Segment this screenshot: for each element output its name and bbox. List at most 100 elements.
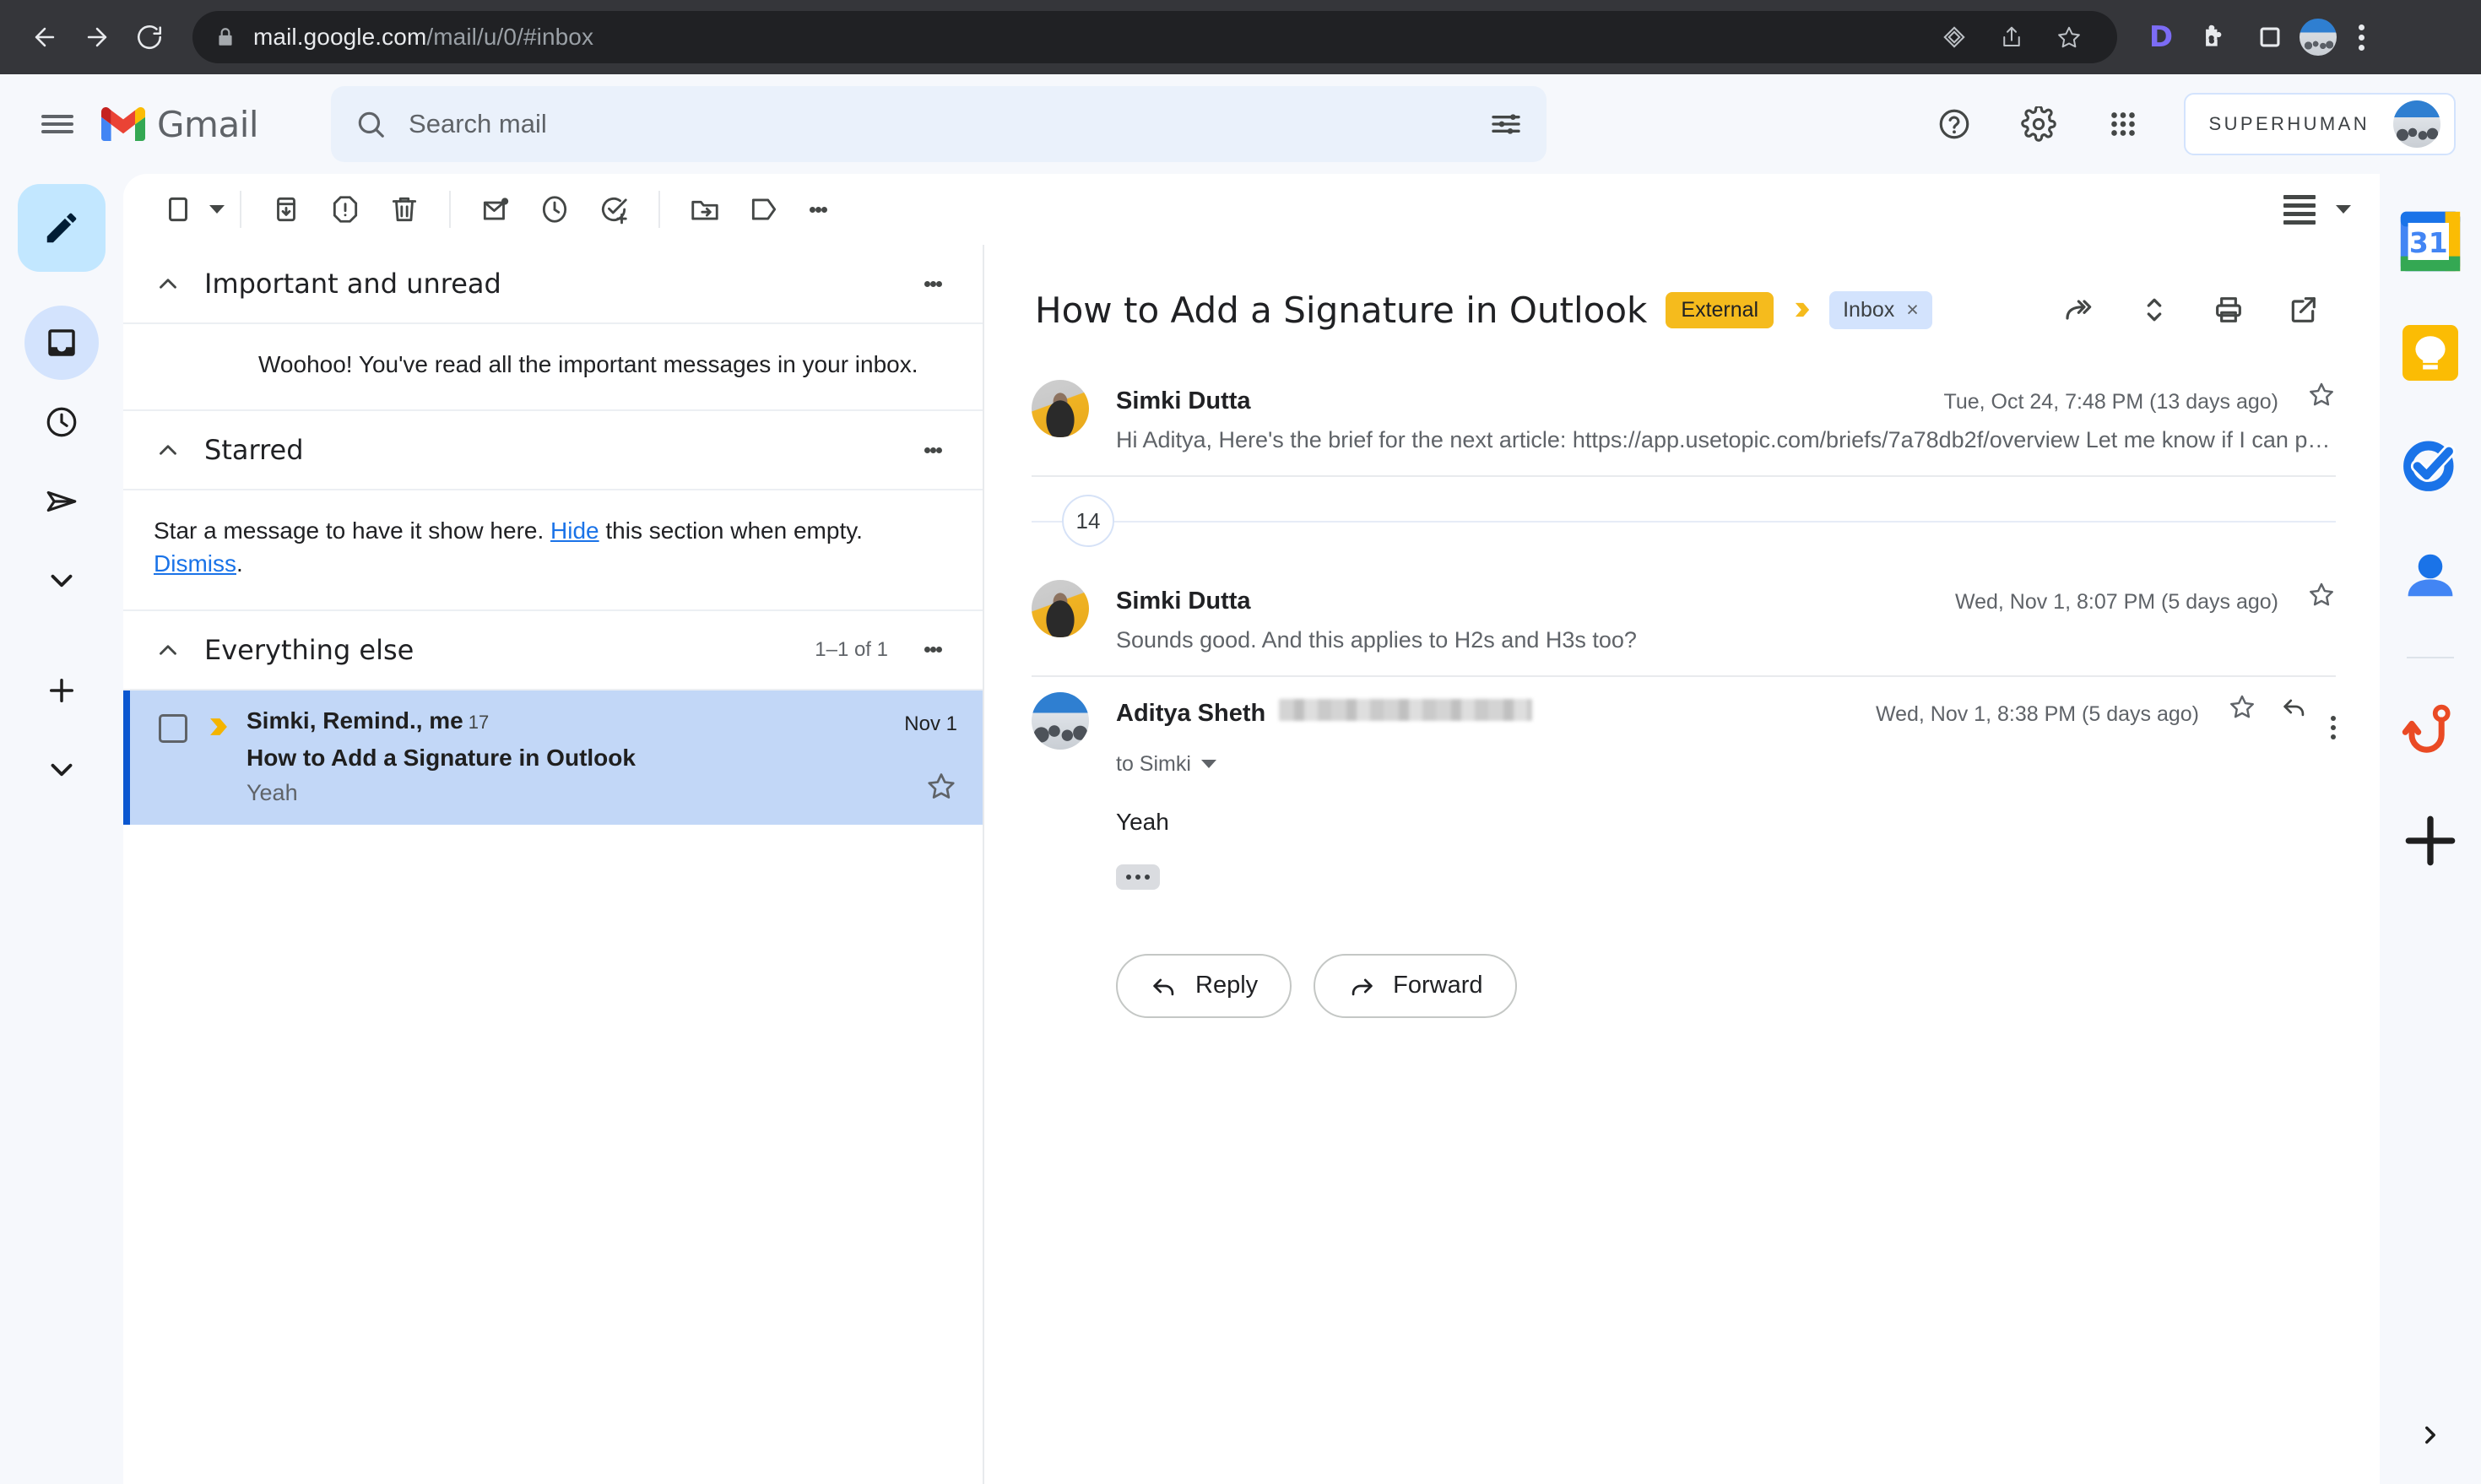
display-density-button[interactable] bbox=[2270, 180, 2329, 239]
forward-button[interactable]: Forward bbox=[1314, 953, 1517, 1018]
print-button[interactable] bbox=[2199, 280, 2258, 339]
addon-google-tasks[interactable] bbox=[2393, 427, 2467, 501]
side-panel-button[interactable] bbox=[2244, 11, 2296, 63]
mark-unread-button[interactable] bbox=[466, 180, 525, 239]
chrome-menu-button[interactable] bbox=[2340, 24, 2382, 51]
section-header-important-and-unread[interactable]: Important and unread bbox=[123, 245, 983, 324]
show-trimmed-content-button[interactable] bbox=[1116, 864, 1160, 890]
share-button[interactable] bbox=[1985, 11, 2038, 63]
sidebar-item-inbox[interactable] bbox=[24, 306, 99, 380]
bookmark-button[interactable] bbox=[2043, 11, 2095, 63]
account-chip[interactable]: SUPERHUMAN bbox=[2183, 93, 2456, 155]
section-header-starred[interactable]: Starred bbox=[123, 411, 983, 491]
section-note-important: Woohoo! You've read all the important me… bbox=[123, 324, 983, 412]
sidebar-expand-button[interactable] bbox=[24, 733, 99, 807]
gmail-brand[interactable]: Gmail bbox=[101, 104, 259, 145]
snooze-button[interactable] bbox=[525, 180, 584, 239]
message-star-button[interactable] bbox=[2307, 380, 2336, 413]
sidebar-more-labels-button[interactable] bbox=[24, 544, 99, 618]
close-icon[interactable]: × bbox=[1906, 298, 1919, 322]
expand-collapse-icon bbox=[2147, 298, 2162, 322]
important-marker-icon[interactable] bbox=[204, 712, 233, 741]
settings-button[interactable] bbox=[2007, 92, 2071, 156]
extensions-button[interactable] bbox=[2188, 11, 2240, 63]
page-title: How to Add a Signature in Outlook bbox=[1035, 289, 1648, 331]
hook-addon-icon bbox=[2402, 704, 2451, 753]
help-button[interactable] bbox=[1922, 92, 1986, 156]
addon-google-calendar[interactable]: 31 bbox=[2393, 204, 2467, 279]
apps-grid-button[interactable] bbox=[2091, 92, 2155, 156]
message-more-button[interactable] bbox=[2331, 714, 2336, 742]
chevron-right-icon bbox=[2425, 1426, 2435, 1444]
chevron-down-icon[interactable] bbox=[209, 205, 225, 214]
message-star-button[interactable] bbox=[2307, 580, 2336, 613]
chevron-up-icon[interactable] bbox=[154, 436, 182, 464]
forward-label: Forward bbox=[1393, 972, 1483, 999]
translate-button[interactable] bbox=[1928, 11, 1980, 63]
google-keep-icon bbox=[2402, 325, 2458, 381]
forward-all-button[interactable] bbox=[2050, 280, 2110, 339]
select-all-control[interactable] bbox=[149, 180, 225, 239]
table-row[interactable]: Simki, Remind., me 17 How to Add a Signat… bbox=[123, 690, 983, 825]
list-item[interactable]: Aditya Sheth Wed, Nov 1, 8:38 PM (5 days… bbox=[1032, 677, 2336, 912]
row-star-button[interactable] bbox=[925, 770, 957, 806]
avatar[interactable] bbox=[2393, 100, 2440, 148]
sidebar-item-sent[interactable] bbox=[24, 464, 99, 539]
chevron-up-icon[interactable] bbox=[154, 269, 182, 298]
section-menu-button[interactable] bbox=[908, 425, 957, 474]
important-marker-icon[interactable] bbox=[1790, 295, 1814, 324]
add-icon bbox=[50, 679, 73, 702]
main-menu-button[interactable] bbox=[22, 89, 93, 160]
message-reply-button[interactable] bbox=[2280, 692, 2309, 721]
list-item[interactable]: Simki Dutta Wed, Nov 1, 8:07 PM (5 days … bbox=[1032, 565, 2336, 677]
starred-note-prefix: Star a message to have it show here. bbox=[154, 517, 551, 544]
addon-add-button[interactable] bbox=[2393, 804, 2467, 878]
addon-google-keep[interactable] bbox=[2393, 316, 2467, 390]
extension-d-icon[interactable]: D bbox=[2137, 14, 2185, 61]
labels-button[interactable] bbox=[734, 180, 794, 239]
sidebar-add-label-button[interactable] bbox=[24, 653, 99, 728]
chevron-up-icon[interactable] bbox=[154, 636, 182, 664]
chevron-down-icon[interactable] bbox=[1200, 760, 1216, 768]
message-date: Wed, Nov 1, 8:07 PM (5 days ago) bbox=[1954, 590, 2278, 614]
addon-hook[interactable] bbox=[2393, 692, 2467, 766]
expand-panel-button[interactable] bbox=[2416, 1421, 2445, 1454]
add-task-icon bbox=[601, 197, 627, 225]
archive-button[interactable] bbox=[257, 180, 316, 239]
label-chip-inbox[interactable]: Inbox × bbox=[1829, 290, 1932, 329]
open-in-new-window-button[interactable] bbox=[2273, 280, 2332, 339]
add-to-tasks-button[interactable] bbox=[584, 180, 643, 239]
more-options-button[interactable] bbox=[794, 185, 842, 234]
move-to-button[interactable] bbox=[675, 180, 734, 239]
hide-section-link[interactable]: Hide bbox=[550, 517, 599, 544]
collapsed-messages-count[interactable]: 14 bbox=[1062, 495, 1114, 547]
delete-button[interactable] bbox=[375, 180, 434, 239]
select-all-checkbox[interactable] bbox=[149, 180, 208, 239]
reload-button[interactable] bbox=[123, 11, 176, 63]
address-bar[interactable]: mail.google.com/mail/u/0/#inbox bbox=[192, 11, 2117, 63]
report-spam-button[interactable] bbox=[316, 180, 375, 239]
message-star-button[interactable] bbox=[2228, 692, 2256, 725]
search-bar[interactable] bbox=[331, 86, 1547, 162]
list-item[interactable]: Simki Dutta Tue, Oct 24, 7:48 PM (13 day… bbox=[1032, 365, 2336, 477]
section-header-everything-else[interactable]: Everything else 1–1 of 1 bbox=[123, 611, 983, 691]
back-button[interactable] bbox=[19, 11, 71, 63]
chevron-down-icon[interactable] bbox=[2336, 205, 2351, 214]
forward-button[interactable] bbox=[71, 11, 123, 63]
message-snippet: Hi Aditya, Here's the brief for the next… bbox=[1116, 427, 2336, 452]
search-input[interactable] bbox=[409, 109, 1490, 139]
collapsed-messages-row[interactable]: 14 bbox=[1032, 477, 2336, 565]
section-menu-button[interactable] bbox=[908, 626, 957, 674]
row-checkbox[interactable] bbox=[159, 713, 187, 743]
expand-collapse-button[interactable] bbox=[2125, 280, 2184, 339]
chrome-profile-avatar[interactable] bbox=[2300, 19, 2337, 56]
addon-google-contacts[interactable] bbox=[2393, 539, 2467, 613]
sidebar-item-snoozed[interactable] bbox=[24, 385, 99, 459]
dismiss-link[interactable]: Dismiss bbox=[154, 550, 236, 577]
compose-button[interactable] bbox=[18, 184, 106, 272]
divider bbox=[1032, 521, 2336, 523]
message-recipients[interactable]: to Simki bbox=[1116, 752, 2336, 777]
reply-button[interactable]: Reply bbox=[1116, 953, 1292, 1018]
section-menu-button[interactable] bbox=[908, 259, 957, 308]
search-options-icon[interactable] bbox=[1489, 107, 1523, 141]
